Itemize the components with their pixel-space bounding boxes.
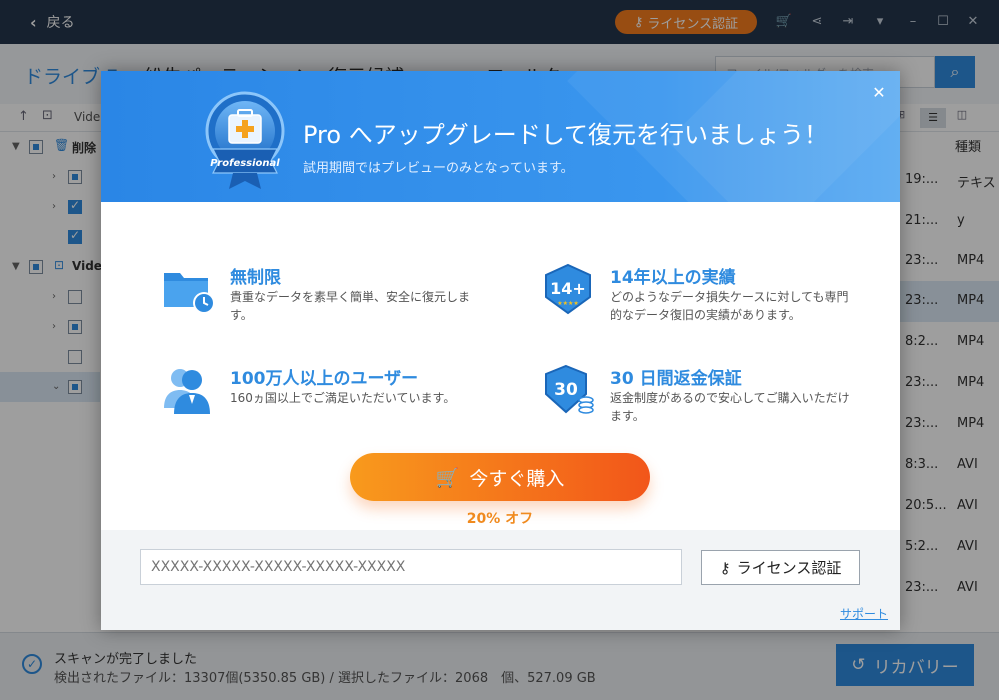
- support-link[interactable]: サポート: [840, 605, 888, 622]
- license-activate-button[interactable]: ⚷ ライセンス認証: [701, 550, 860, 585]
- feature-unlimited: 無制限 貴重なデータを素早く簡単、安全に復元します。: [162, 263, 482, 333]
- license-key-input[interactable]: [140, 549, 682, 585]
- feature-desc: どのようなデータ損失ケースに対しても専門的なデータ復旧の実績があります。: [610, 290, 849, 322]
- buy-label: 今すぐ購入: [469, 467, 565, 490]
- users-icon: [164, 369, 210, 414]
- cart-icon: 🛒: [435, 466, 460, 489]
- feature-desc: 貴重なデータを素早く簡単、安全に復元します。: [230, 290, 471, 322]
- feature-users: 100万人以上のユーザー 160ヵ国以上でご満足いただいています。: [162, 364, 482, 434]
- upgrade-dialog: Professional Pro へアップグレードして復元を行いましょう！ 試用…: [101, 71, 900, 630]
- license-label: ライセンス認証: [736, 559, 842, 577]
- shield-30-text: 30: [554, 380, 578, 400]
- buy-now-button[interactable]: 🛒 今すぐ購入: [350, 453, 650, 501]
- feature-title: 100万人以上のユーザー: [230, 369, 419, 389]
- badge-text: Professional: [210, 158, 280, 169]
- feature-desc: 返金制度があるので安心してご購入いただけます。: [610, 391, 850, 423]
- close-dialog-icon[interactable]: ✕: [869, 83, 889, 103]
- shield-30-icon: 30: [545, 364, 594, 414]
- key-icon: ⚷: [719, 558, 731, 577]
- feature-desc: 160ヵ国以上でご満足いただいています。: [230, 391, 456, 405]
- dialog-title: Pro へアップグレードして復元を行いましょう！: [303, 121, 828, 149]
- folder-restore-icon: [164, 273, 214, 314]
- professional-badge-icon: Professional: [205, 91, 285, 189]
- feature-track-record: 14+ ★★★★ 14年以上の実績 どのようなデータ損失ケースに対しても専門的な…: [542, 263, 862, 333]
- feature-title: 30 日間返金保証: [610, 369, 742, 389]
- feature-title: 14年以上の実績: [610, 268, 736, 288]
- shield-14-text: 14+: [550, 279, 586, 298]
- discount-text: 20% オフ: [466, 511, 534, 527]
- dialog-subtitle: 試用期間ではプレビューのみとなっています。: [303, 161, 574, 176]
- dialog-header: Professional Pro へアップグレードして復元を行いましょう！ 試用…: [101, 71, 900, 202]
- feature-money-back: 30 30 日間返金保証 返金制度があるので安心してご購入いただけます。: [542, 364, 862, 434]
- svg-text:★★★★: ★★★★: [557, 300, 579, 307]
- shield-14-icon: 14+ ★★★★: [545, 263, 591, 315]
- feature-title: 無制限: [230, 268, 281, 288]
